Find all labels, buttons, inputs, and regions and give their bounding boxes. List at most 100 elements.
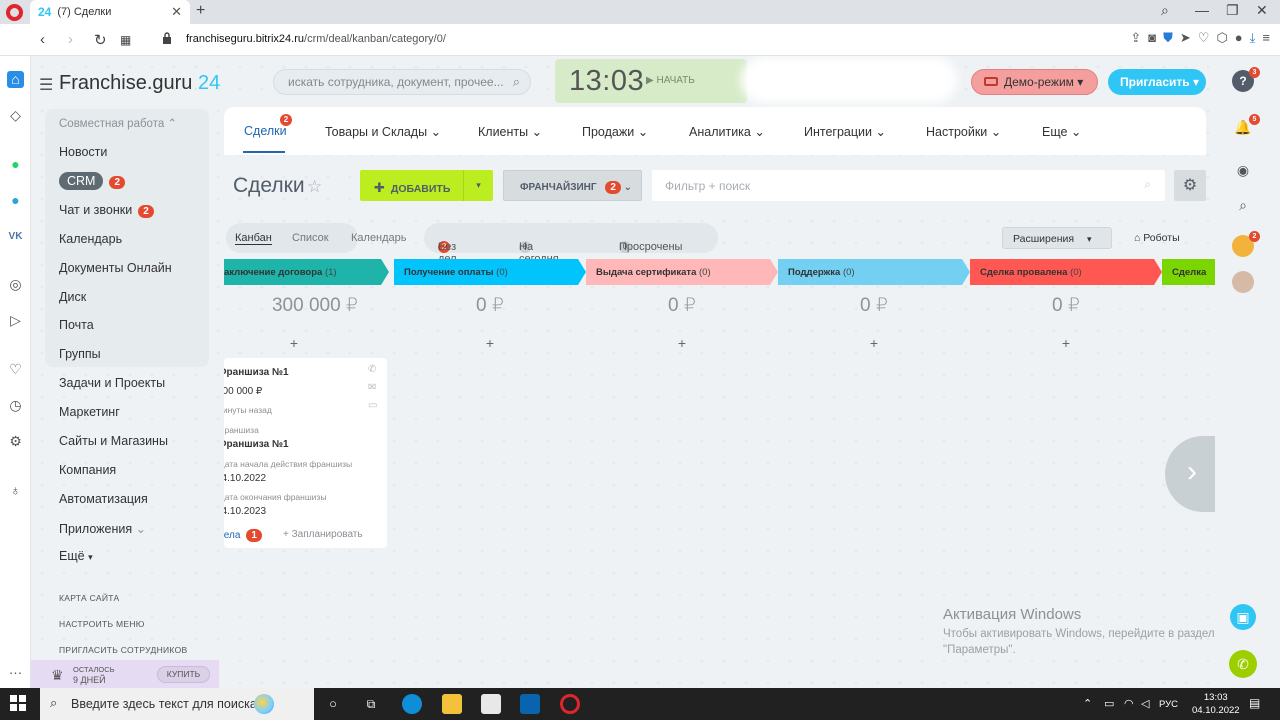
opera-icon[interactable] [560, 694, 580, 714]
filter-search-icon[interactable]: ⌕ [1144, 177, 1151, 192]
menu-group-title[interactable]: Совместная работа ⌃ [59, 116, 177, 130]
deal-title[interactable]: Франшиза №1 [224, 367, 289, 378]
quick-add-deal-button[interactable]: + [970, 335, 1162, 351]
search-icon[interactable]: ⌕ [513, 74, 520, 90]
new-tab-icon[interactable]: + [196, 2, 205, 20]
settings-icon[interactable]: ⚙ [7, 433, 24, 450]
activities-link[interactable]: Дела1 [224, 529, 262, 542]
explorer-icon[interactable] [442, 694, 462, 714]
stage-header[interactable]: Поддержка (0) [778, 259, 962, 285]
filter-search-input[interactable]: Фильтр + поиск ⌕ [652, 170, 1165, 201]
heart-icon[interactable]: ♡ [1198, 30, 1210, 46]
invite-button[interactable]: Пригласить ▾ [1108, 69, 1206, 95]
send-icon[interactable]: ▷ [7, 312, 24, 329]
category-selector[interactable]: ФРАНЧАЙЗИНГ 2 ⌄ [503, 170, 642, 201]
menu-item-crm[interactable]: CRM 2 [59, 172, 126, 190]
settings-gear-icon[interactable]: ⚙ [1174, 170, 1206, 201]
store-icon[interactable] [481, 694, 501, 714]
aria-icon[interactable]: ◇ [7, 107, 24, 124]
menu-item-company[interactable]: Компания [59, 463, 116, 477]
menu-item-mail[interactable]: Почта [59, 318, 94, 332]
box-icon[interactable]: ⬡ [1216, 30, 1227, 46]
tab-integrations[interactable]: Интеграции ⌄ [804, 124, 886, 139]
home-icon[interactable]: ⌂ [7, 71, 24, 88]
minimize-icon[interactable]: — [1195, 2, 1209, 18]
back-icon[interactable]: ‹ [40, 31, 45, 48]
wifi-icon[interactable]: ◠ [1124, 697, 1134, 710]
task-view-icon[interactable]: ⧉ [361, 694, 381, 714]
demo-mode-button[interactable]: Демо-режим ▾ [971, 69, 1098, 95]
extensions-button[interactable]: Расширения ▾ [1002, 227, 1112, 249]
send-icon[interactable]: ➤ [1180, 30, 1191, 46]
shield-icon[interactable]: ⛊ [1163, 30, 1173, 46]
configure-menu-link[interactable]: НАСТРОИТЬ МЕНЮ [59, 619, 145, 629]
browser-tab[interactable]: 24 (7) Сделки ✕ [30, 0, 190, 24]
windows-start-icon[interactable] [10, 695, 26, 711]
download-icon[interactable]: ⤓ [1250, 30, 1256, 46]
view-list[interactable]: Список [292, 232, 329, 244]
menu-item-calendar[interactable]: Календарь [59, 232, 122, 246]
stage-header[interactable]: Выдача сертификата (0) [586, 259, 770, 285]
restore-icon[interactable]: ❐ [1226, 2, 1239, 19]
menu-item-chat[interactable]: Чат и звонки 2 [59, 203, 154, 218]
menu-item-groups[interactable]: Группы [59, 347, 101, 361]
portal-logo[interactable]: Franchise.guru 24 [59, 72, 220, 95]
menu-item-automation[interactable]: Автоматизация [59, 492, 148, 506]
stage-header[interactable]: Сделка провалена (0) [970, 259, 1154, 285]
menu-item-docs[interactable]: Документы Онлайн [59, 261, 172, 275]
share-icon[interactable]: ⇪ [1130, 30, 1141, 46]
bookmarks-icon[interactable]: ♡ [7, 361, 24, 378]
opera-logo-icon[interactable] [6, 4, 23, 21]
stage-header[interactable]: Сделка [1162, 259, 1222, 285]
whatsapp-icon[interactable]: ● [7, 156, 24, 173]
history-icon[interactable]: ◷ [7, 397, 24, 414]
edge-icon[interactable] [402, 694, 422, 714]
browser-search-icon[interactable]: ⌕ [1161, 2, 1169, 19]
add-deal-button[interactable]: ✚ ДОБАВИТЬ ▾ [360, 170, 493, 201]
tab-analytics[interactable]: Аналитика ⌄ [689, 124, 765, 139]
menu-item-apps[interactable]: Приложения ⌄ [59, 521, 146, 536]
tab-more[interactable]: Еще ⌄ [1042, 124, 1081, 139]
tab-products[interactable]: Товары и Склады ⌄ [325, 124, 441, 139]
chat-icon[interactable]: ▭ [368, 400, 377, 411]
forward-icon[interactable]: › [68, 31, 73, 48]
field-franchise-value[interactable]: Франшиза №1 [224, 439, 289, 450]
buy-button[interactable]: КУПИТЬ [157, 666, 210, 683]
view-kanban[interactable]: Канбан [235, 232, 272, 245]
notifications-icon[interactable]: ▤ [1249, 696, 1260, 710]
reload-icon[interactable]: ↻ [94, 31, 107, 49]
url-field[interactable]: franchiseguru.bitrix24.ru/crm/deal/kanba… [186, 33, 446, 45]
tab-deals[interactable]: Сделки [244, 124, 287, 138]
menu-item-more[interactable]: Ещё ▾ [59, 549, 93, 563]
global-search-input[interactable]: искать сотрудника, документ, прочее... ⌕ [273, 69, 531, 95]
phone-call-icon[interactable]: ✆ [1229, 650, 1257, 678]
telegram-icon[interactable]: ● [7, 192, 24, 209]
phone-icon[interactable]: ✆ [368, 364, 376, 375]
open-lines-icon[interactable]: ▣ [1230, 604, 1256, 630]
tab-sales[interactable]: Продажи ⌄ [582, 124, 648, 139]
quick-add-deal-button[interactable]: + [586, 335, 778, 351]
tray-arrow-icon[interactable]: ⌃ [1083, 697, 1092, 710]
deal-card[interactable]: Франшиза №1 300 000 ₽ минуты назад Франш… [224, 358, 387, 548]
quick-add-deal-button[interactable]: + [198, 335, 390, 351]
plan-activity-link[interactable]: + Запланировать [283, 529, 363, 540]
avatar[interactable] [1232, 271, 1254, 293]
more-icon[interactable]: … [7, 661, 24, 678]
stage-header[interactable]: аключение договора (1) [224, 259, 381, 285]
sitemap-link[interactable]: КАРТА САЙТА [59, 593, 119, 603]
menu-item-marketing[interactable]: Маркетинг [59, 405, 120, 419]
view-calendar[interactable]: Календарь [351, 232, 407, 244]
menu-icon[interactable]: ≡ [1262, 30, 1270, 46]
camera-icon[interactable]: ◙ [1148, 30, 1156, 46]
tabs-grid-icon[interactable]: ▦ [120, 33, 131, 47]
language-indicator[interactable]: РУС [1159, 699, 1178, 710]
quick-add-deal-button[interactable]: + [394, 335, 586, 351]
menu-item-disk[interactable]: Диск [59, 290, 86, 304]
menu-item-sites[interactable]: Сайты и Магазины [59, 434, 168, 448]
menu-burger-icon[interactable]: ☰ [39, 75, 53, 95]
tab-clients[interactable]: Клиенты ⌄ [478, 124, 542, 139]
menu-item-tasks[interactable]: Задачи и Проекты [59, 376, 165, 390]
menu-item-news[interactable]: Новости [59, 145, 107, 159]
worktime-widget[interactable]: 13:03 ▶ НАЧАТЬ [555, 59, 747, 103]
vk-icon[interactable]: VK [7, 228, 24, 245]
